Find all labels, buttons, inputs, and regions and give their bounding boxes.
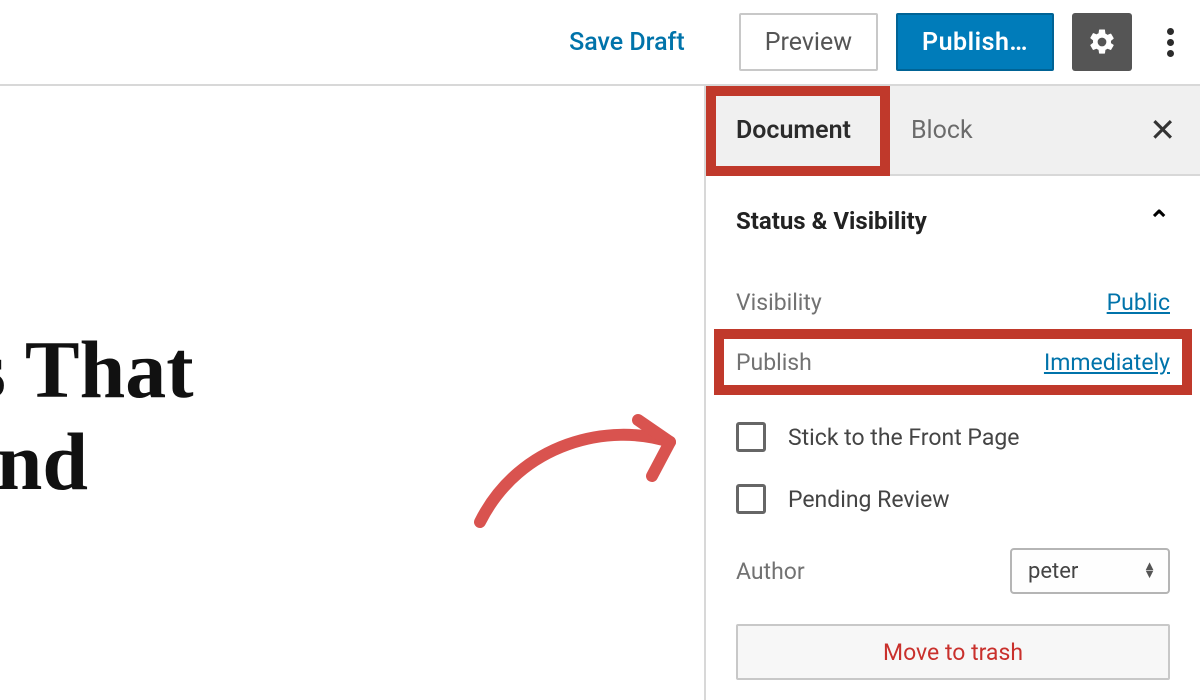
stick-label: Stick to the Front Page — [788, 424, 1019, 451]
publish-row: Publish Immediately — [736, 332, 1170, 392]
visibility-value-link[interactable]: Public — [1107, 289, 1170, 316]
author-select-value: peter — [1028, 559, 1078, 584]
close-icon: ✕ — [1149, 111, 1176, 149]
publish-value-link[interactable]: Immediately — [1044, 349, 1170, 376]
author-select[interactable]: peter ▲▼ — [1010, 548, 1170, 594]
panel-title: Status & Visibility — [736, 207, 927, 235]
move-to-trash-button[interactable]: Move to trash — [736, 624, 1170, 680]
stick-front-page-row: Stick to the Front Page — [736, 406, 1170, 468]
settings-sidebar: Document Block ✕ Status & Visibility ⌃ V… — [704, 86, 1200, 700]
editor-canvas[interactable]: s That ind — [0, 86, 704, 700]
top-toolbar: Save Draft Preview Publish… — [0, 0, 1200, 86]
save-draft-link[interactable]: Save Draft — [569, 28, 685, 57]
pending-review-row: Pending Review — [736, 468, 1170, 530]
pending-label: Pending Review — [788, 486, 950, 513]
settings-button[interactable] — [1072, 13, 1132, 71]
status-visibility-panel: Status & Visibility ⌃ Visibility Public … — [706, 176, 1200, 680]
stick-checkbox[interactable] — [736, 422, 766, 452]
more-options-button[interactable] — [1150, 13, 1190, 71]
author-row: Author peter ▲▼ — [736, 530, 1170, 594]
tab-block[interactable]: Block — [881, 86, 1003, 174]
publish-label: Publish — [736, 349, 812, 376]
author-label: Author — [736, 558, 805, 585]
panel-toggle[interactable]: Status & Visibility ⌃ — [736, 206, 1170, 236]
select-stepper-icon: ▲▼ — [1143, 563, 1156, 579]
visibility-row: Visibility Public — [736, 272, 1170, 332]
close-panel-button[interactable]: ✕ — [1149, 111, 1176, 149]
annotation-arrow-icon — [470, 402, 700, 532]
pending-checkbox[interactable] — [736, 484, 766, 514]
gear-icon — [1087, 27, 1117, 57]
post-title[interactable]: s That ind — [0, 324, 194, 508]
sidebar-tabs: Document Block ✕ — [706, 86, 1200, 176]
tab-document[interactable]: Document — [706, 86, 881, 174]
vertical-dots-icon — [1167, 28, 1174, 57]
preview-button[interactable]: Preview — [739, 13, 878, 71]
visibility-label: Visibility — [736, 289, 822, 316]
chevron-up-icon: ⌃ — [1148, 206, 1170, 236]
publish-button[interactable]: Publish… — [896, 13, 1054, 71]
